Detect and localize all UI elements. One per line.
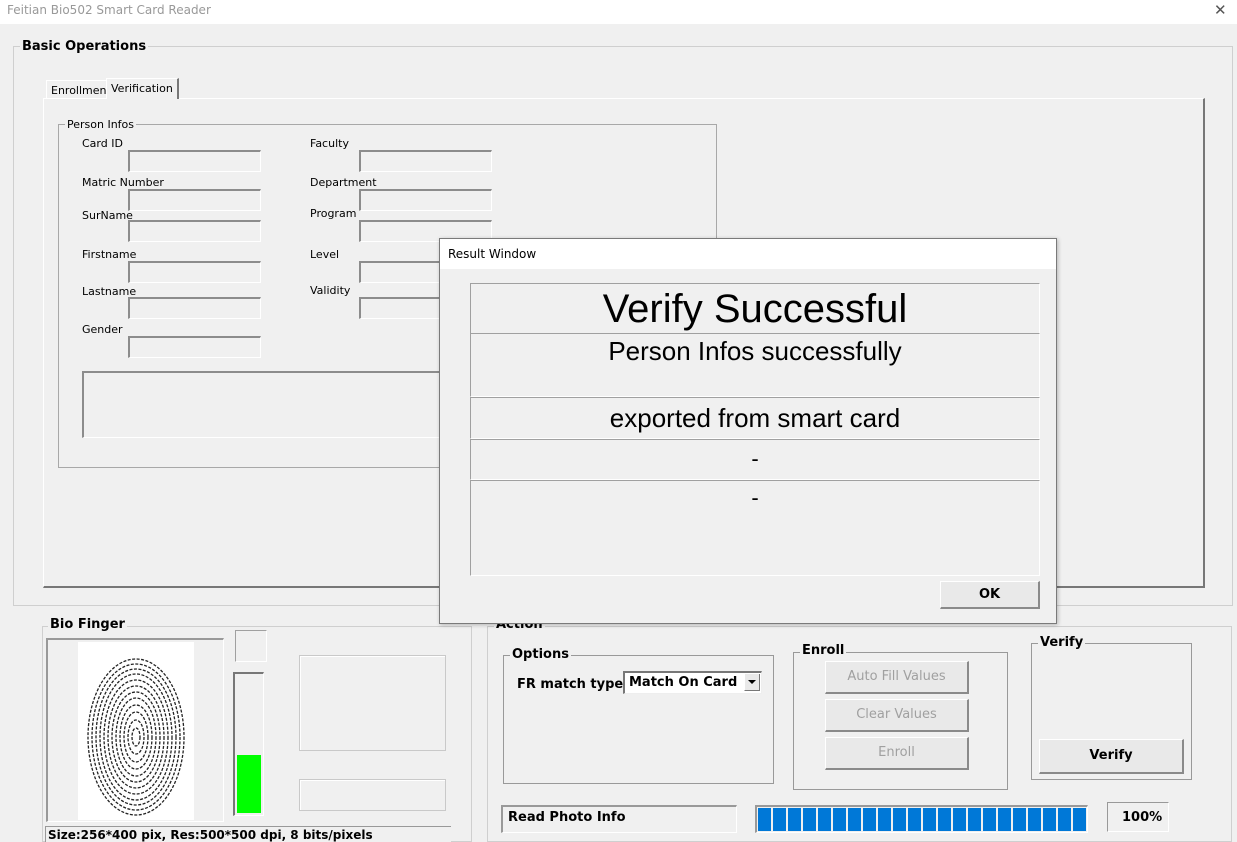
info-box bbox=[299, 779, 446, 811]
result-dialog-titlebar: Result Window bbox=[440, 239, 1056, 269]
result-box-2: Person Infos successfully bbox=[470, 333, 1040, 397]
clear-values-button[interactable]: Clear Values bbox=[825, 699, 969, 732]
progress-percent-box: 100% bbox=[1107, 802, 1169, 832]
quality-meter-fill bbox=[237, 755, 261, 813]
card-id-field[interactable] bbox=[128, 150, 261, 172]
progress-bar bbox=[755, 805, 1088, 833]
progress-segment bbox=[863, 808, 876, 831]
progress-segment bbox=[788, 808, 801, 831]
progress-segment bbox=[908, 808, 921, 831]
bio-status-text: Size:256*400 pix, Res:500*500 dpi, 8 bit… bbox=[48, 828, 373, 842]
progress-segment bbox=[773, 808, 786, 831]
close-icon[interactable]: ✕ bbox=[1214, 1, 1227, 19]
bio-status-bar: Size:256*400 pix, Res:500*500 dpi, 8 bit… bbox=[45, 826, 451, 842]
preview-box bbox=[299, 655, 446, 751]
read-status-text: Read Photo Info bbox=[508, 810, 626, 825]
match-type-select[interactable]: Match On Card bbox=[623, 671, 762, 694]
progress-segment bbox=[983, 808, 996, 831]
tab-verification-label: Verification bbox=[111, 82, 173, 95]
progress-segment bbox=[803, 808, 816, 831]
read-status-box: Read Photo Info bbox=[501, 805, 737, 833]
progress-segment bbox=[848, 808, 861, 831]
progress-segment bbox=[1013, 808, 1026, 831]
matric-number-field[interactable] bbox=[128, 189, 261, 211]
tab-enrollment-label: Enrollment bbox=[51, 84, 111, 97]
gender-label: Gender bbox=[82, 323, 123, 336]
match-type-value: Match On Card bbox=[629, 675, 738, 690]
result-box-5: - bbox=[470, 480, 1040, 576]
result-line-4: - bbox=[751, 446, 759, 471]
card-id-label: Card ID bbox=[82, 137, 123, 150]
enroll-title: Enroll bbox=[800, 643, 847, 658]
result-box-1: Verify Successful bbox=[470, 283, 1040, 334]
progress-segment bbox=[923, 808, 936, 831]
chevron-down-icon[interactable] bbox=[744, 674, 760, 691]
title-bar: Feitian Bio502 Smart Card Reader ✕ bbox=[0, 0, 1237, 24]
enroll-button[interactable]: Enroll bbox=[825, 737, 969, 770]
progress-segment bbox=[1043, 808, 1056, 831]
progress-segment bbox=[953, 808, 966, 831]
program-label: Program bbox=[310, 207, 357, 220]
firstname-field[interactable] bbox=[128, 261, 261, 283]
fingerprint-image bbox=[78, 642, 194, 820]
progress-segment bbox=[998, 808, 1011, 831]
quality-indicator-small bbox=[235, 630, 267, 662]
progress-percent: 100% bbox=[1122, 810, 1163, 825]
level-label: Level bbox=[310, 248, 340, 261]
person-infos-title: Person Infos bbox=[65, 118, 137, 131]
progress-segment bbox=[878, 808, 891, 831]
bio-finger-title: Bio Finger bbox=[48, 617, 127, 632]
result-box-4: - bbox=[470, 439, 1040, 480]
lastname-field[interactable] bbox=[128, 297, 261, 319]
result-line-3: exported from smart card bbox=[609, 403, 901, 433]
result-dialog: Result Window Verify Successful Person I… bbox=[439, 238, 1057, 624]
result-dialog-title: Result Window bbox=[448, 247, 537, 261]
progress-segment bbox=[893, 808, 906, 831]
progress-segment bbox=[938, 808, 951, 831]
verify-button[interactable]: Verify bbox=[1039, 739, 1184, 774]
verify-title: Verify bbox=[1038, 635, 1086, 650]
gender-field[interactable] bbox=[128, 336, 261, 358]
result-line-2: Person Infos successfully bbox=[608, 336, 902, 366]
ok-button[interactable]: OK bbox=[940, 581, 1040, 609]
firstname-label: Firstname bbox=[82, 248, 137, 261]
window-title: Feitian Bio502 Smart Card Reader bbox=[7, 3, 211, 17]
validity-label: Validity bbox=[310, 284, 351, 297]
progress-segment bbox=[818, 808, 831, 831]
surname-label: SurName bbox=[82, 209, 133, 222]
progress-segment bbox=[1028, 808, 1041, 831]
faculty-label: Faculty bbox=[310, 137, 349, 150]
quality-meter bbox=[233, 672, 264, 816]
fr-match-label: FR match type bbox=[517, 677, 624, 692]
department-field[interactable] bbox=[359, 189, 492, 211]
progress-segment bbox=[1073, 808, 1086, 831]
basic-operations-title: Basic Operations bbox=[20, 39, 149, 54]
faculty-field[interactable] bbox=[359, 150, 492, 172]
fingerprint-frame bbox=[46, 638, 224, 822]
result-box-3: exported from smart card bbox=[470, 397, 1040, 439]
surname-field[interactable] bbox=[128, 220, 261, 242]
progress-segment bbox=[1058, 808, 1071, 831]
result-line-5: - bbox=[751, 485, 759, 510]
progress-segment bbox=[833, 808, 846, 831]
progress-segment bbox=[758, 808, 771, 831]
progress-segment bbox=[968, 808, 981, 831]
result-line-1: Verify Successful bbox=[602, 287, 908, 331]
department-label: Department bbox=[310, 176, 377, 189]
matric-number-label: Matric Number bbox=[82, 176, 164, 189]
tab-verification[interactable]: Verification bbox=[106, 78, 179, 99]
options-title: Options bbox=[510, 647, 571, 662]
auto-fill-values-button[interactable]: Auto Fill Values bbox=[825, 661, 969, 694]
